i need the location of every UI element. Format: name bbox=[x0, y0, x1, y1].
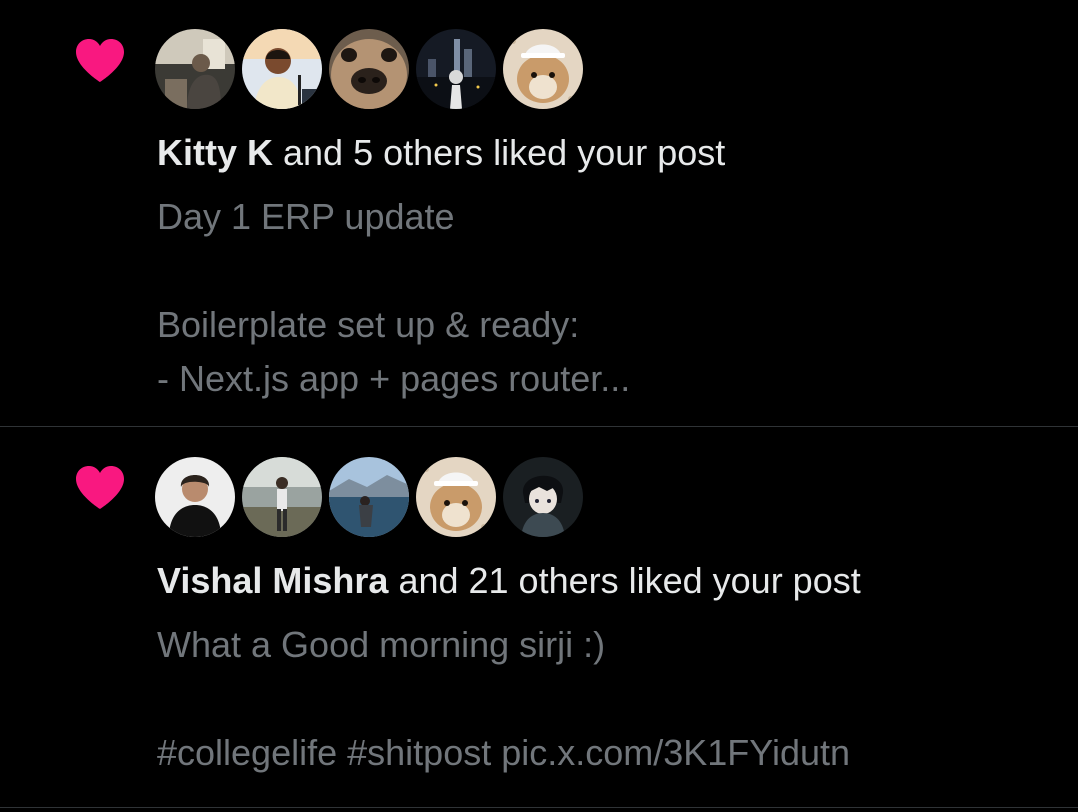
action-text: and 5 others liked your post bbox=[273, 132, 726, 173]
avatar[interactable] bbox=[242, 457, 322, 537]
actor-name[interactable]: Kitty K bbox=[157, 132, 273, 173]
action-text: and 21 others liked your post bbox=[388, 560, 861, 601]
avatar[interactable] bbox=[416, 29, 496, 109]
preview-line: Day 1 ERP update bbox=[157, 196, 455, 237]
notification-item[interactable]: Vishal Mishra and 21 others liked your p… bbox=[0, 428, 1078, 808]
preview-line: - Next.js app + pages router... bbox=[157, 358, 631, 399]
avatar[interactable] bbox=[503, 29, 583, 109]
notification-headline: Kitty K and 5 others liked your post bbox=[157, 131, 725, 175]
preview-line: What a Good morning sirji :) bbox=[157, 624, 606, 665]
avatar[interactable] bbox=[155, 457, 235, 537]
avatar[interactable] bbox=[242, 29, 322, 109]
preview-line bbox=[157, 672, 850, 726]
post-preview[interactable]: What a Good morning sirji :) #collegelif… bbox=[157, 618, 850, 780]
liker-avatars bbox=[155, 29, 590, 109]
avatar[interactable] bbox=[503, 457, 583, 537]
actor-name[interactable]: Vishal Mishra bbox=[157, 560, 388, 601]
avatar[interactable] bbox=[329, 457, 409, 537]
heart-icon bbox=[74, 465, 126, 511]
preview-line: #collegelife #shitpost pic.x.com/3K1FYid… bbox=[157, 732, 851, 773]
liker-avatars bbox=[155, 457, 590, 537]
avatar[interactable] bbox=[155, 29, 235, 109]
notification-headline: Vishal Mishra and 21 others liked your p… bbox=[157, 559, 861, 603]
heart-icon bbox=[74, 38, 126, 84]
avatar[interactable] bbox=[416, 457, 496, 537]
preview-line bbox=[157, 244, 630, 298]
notification-item[interactable]: Kitty K and 5 others liked your post Day… bbox=[0, 0, 1078, 427]
avatar[interactable] bbox=[329, 29, 409, 109]
post-preview[interactable]: Day 1 ERP update Boilerplate set up & re… bbox=[157, 190, 630, 406]
preview-line: Boilerplate set up & ready: bbox=[157, 304, 580, 345]
